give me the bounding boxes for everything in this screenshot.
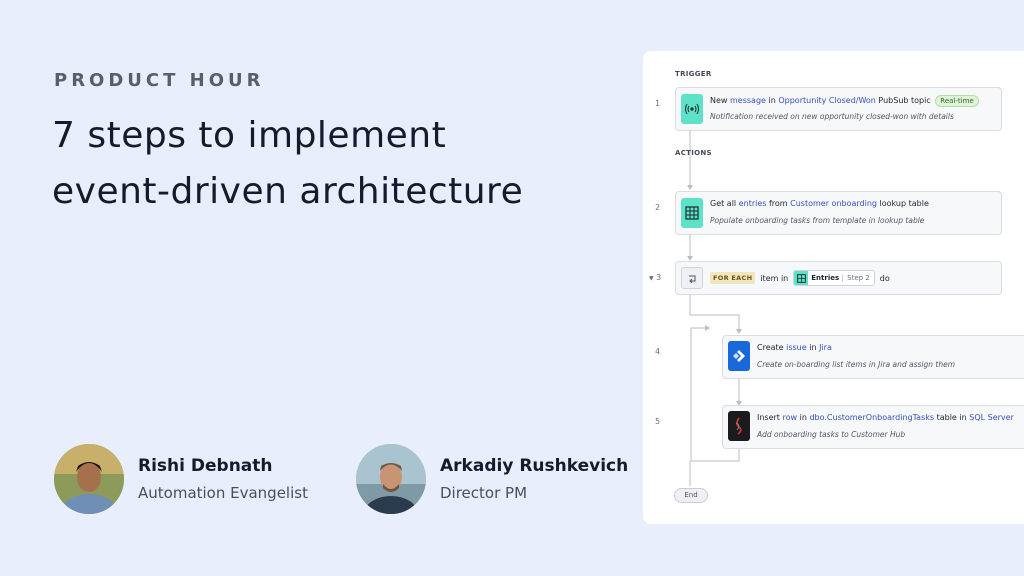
action-step-card[interactable]: Create issue in Jira Create on-boarding … bbox=[722, 335, 1024, 379]
step-number: 1 bbox=[655, 99, 661, 108]
lookup-table-icon bbox=[681, 198, 703, 228]
speaker-name: Rishi Debnath bbox=[138, 456, 273, 476]
step-title: Get all entries from Customer onboarding… bbox=[710, 199, 929, 208]
title-line-1: 7 steps to implement bbox=[52, 115, 447, 156]
sql-server-icon bbox=[728, 411, 750, 441]
action-step-card[interactable]: Get all entries from Customer onboarding… bbox=[675, 191, 1002, 235]
collapse-caret-icon[interactable]: ▼ bbox=[649, 275, 654, 282]
speaker-card-1: Rishi Debnath Automation Evangelist bbox=[54, 444, 308, 514]
foreach-step-card[interactable]: FOR EACH item in Entries Step 2 do bbox=[675, 261, 1002, 295]
step-title: FOR EACH item in Entries Step 2 do bbox=[710, 270, 890, 286]
step-number: 2 bbox=[655, 203, 661, 212]
step-number: ▼ 3 bbox=[649, 273, 662, 282]
speaker-card-2: Arkadiy Rushkevich Director PM bbox=[356, 444, 628, 514]
step-title: Insert row in dbo.CustomerOnboardingTask… bbox=[757, 413, 1014, 422]
realtime-badge: Real-time bbox=[935, 95, 979, 107]
speaker-role: Director PM bbox=[440, 484, 528, 502]
step-number: 4 bbox=[655, 347, 661, 356]
speaker-name: Arkadiy Rushkevich bbox=[440, 456, 629, 476]
trigger-step-card[interactable]: New message in Opportunity Closed/Won Pu… bbox=[675, 87, 1002, 131]
speaker-role: Automation Evangelist bbox=[138, 484, 308, 502]
avatar bbox=[356, 444, 426, 514]
repeat-icon bbox=[681, 267, 703, 289]
actions-section-label: ACTIONS bbox=[675, 149, 712, 157]
lookup-table-icon bbox=[794, 271, 809, 285]
avatar bbox=[54, 444, 124, 514]
step-number: 5 bbox=[655, 417, 661, 426]
trigger-section-label: TRIGGER bbox=[675, 70, 712, 78]
jira-icon bbox=[728, 341, 750, 371]
step-title: New message in Opportunity Closed/Won Pu… bbox=[710, 95, 979, 107]
step-subtitle: Populate onboarding tasks from template … bbox=[710, 216, 925, 225]
end-node: End bbox=[674, 488, 708, 503]
eyebrow-label: PRODUCT HOUR bbox=[54, 70, 265, 91]
step-title: Create issue in Jira bbox=[757, 343, 832, 352]
pubsub-icon bbox=[681, 94, 703, 124]
page-title: 7 steps to implement event-driven archit… bbox=[52, 108, 612, 220]
entries-datapill[interactable]: Entries Step 2 bbox=[793, 270, 875, 286]
title-line-2: event-driven architecture bbox=[52, 171, 524, 212]
action-step-card[interactable]: Insert row in dbo.CustomerOnboardingTask… bbox=[722, 405, 1024, 449]
step-subtitle: Notification received on new opportunity… bbox=[710, 112, 954, 121]
step-subtitle: Create on-boarding list items in Jira an… bbox=[757, 360, 956, 369]
step-subtitle: Add onboarding tasks to Customer Hub bbox=[757, 430, 906, 439]
foreach-pill: FOR EACH bbox=[710, 272, 756, 284]
recipe-panel: TRIGGER ACTIONS 1 New message in Opportu… bbox=[643, 51, 1024, 524]
